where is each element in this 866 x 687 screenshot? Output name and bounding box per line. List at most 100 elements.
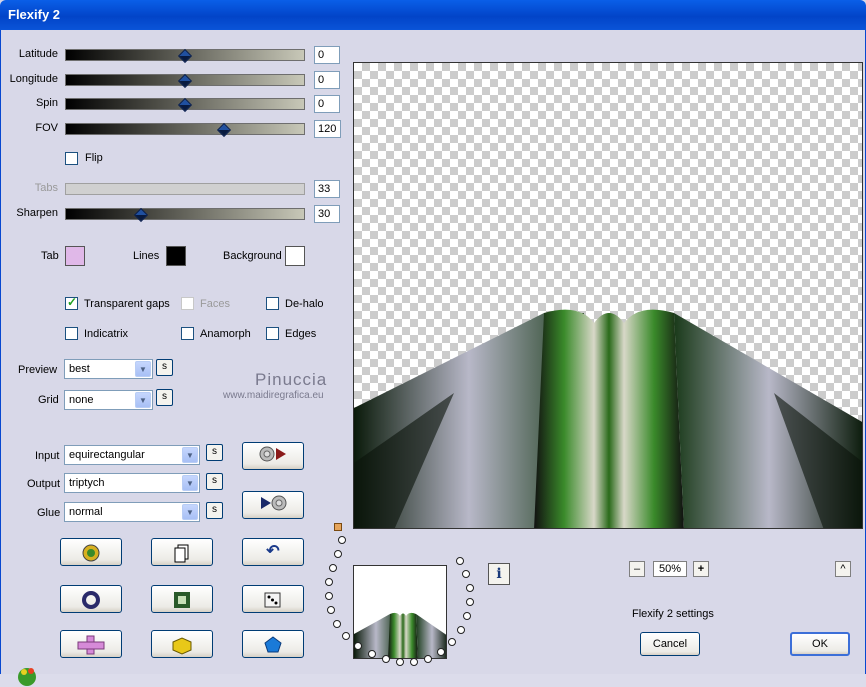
sharpen-slider[interactable]: [65, 207, 305, 223]
faces-checkbox[interactable]: [181, 297, 194, 310]
ring-dot[interactable]: [448, 638, 456, 646]
indicatrix-label: Indicatrix: [84, 328, 129, 340]
preview-s-button[interactable]: s: [156, 359, 173, 376]
latitude-thumb[interactable]: [177, 48, 193, 64]
input-select[interactable]: equirectangular ▼: [64, 445, 200, 465]
thumbnail-handle[interactable]: [334, 523, 342, 531]
ring-dot[interactable]: [463, 612, 471, 620]
spin-value[interactable]: 0: [314, 95, 340, 113]
watermark-name: Pinuccia: [255, 370, 328, 389]
ring-dot[interactable]: [456, 557, 464, 565]
ring-dot[interactable]: [342, 632, 350, 640]
frog-icon: [82, 544, 100, 562]
undo-icon: ↶: [266, 543, 280, 560]
preview-canvas[interactable]: [353, 62, 863, 529]
longitude-label: Longitude: [9, 73, 58, 85]
ring-dot[interactable]: [466, 584, 474, 592]
zoom-in-button[interactable]: +: [693, 561, 709, 577]
tab-color-label: Tab: [41, 250, 59, 262]
longitude-thumb[interactable]: [177, 73, 193, 89]
block-mode-button[interactable]: [151, 630, 213, 658]
collapse-button[interactable]: ^: [835, 561, 851, 577]
chevron-down-icon[interactable]: ▼: [182, 447, 198, 463]
flip-checkbox[interactable]: [65, 152, 78, 165]
chevron-down-icon[interactable]: ▼: [135, 361, 151, 377]
ring-dot[interactable]: [354, 642, 362, 650]
ring-dot[interactable]: [424, 655, 432, 663]
tabs-value[interactable]: 33: [314, 180, 340, 198]
latitude-value[interactable]: 0: [314, 46, 340, 64]
spin-slider[interactable]: [65, 97, 305, 113]
ring-dot[interactable]: [462, 570, 470, 578]
ring-dot[interactable]: [333, 620, 341, 628]
sharpen-value[interactable]: 30: [314, 205, 340, 223]
fov-slider[interactable]: [65, 122, 305, 138]
background-color-swatch[interactable]: [285, 246, 305, 266]
de-halo-checkbox[interactable]: [266, 297, 279, 310]
copy-button[interactable]: [151, 538, 213, 566]
randomize-button[interactable]: [60, 538, 122, 566]
circle-icon: [82, 591, 100, 609]
longitude-slider[interactable]: [65, 73, 305, 89]
cancel-button[interactable]: Cancel: [640, 632, 700, 656]
undo-button[interactable]: ↶: [242, 538, 304, 566]
circle-mode-button[interactable]: [60, 585, 122, 613]
tabs-slider[interactable]: [65, 183, 305, 195]
square-mode-button[interactable]: [151, 585, 213, 613]
latitude-slider[interactable]: [65, 48, 305, 64]
input-select-value: equirectangular: [69, 449, 145, 461]
preview-select-value: best: [69, 363, 90, 375]
play-forward-button[interactable]: [242, 442, 304, 470]
sharpen-thumb[interactable]: [133, 207, 149, 223]
ring-dot[interactable]: [329, 564, 337, 572]
indicatrix-checkbox[interactable]: [65, 327, 78, 340]
tab-color-swatch[interactable]: [65, 246, 85, 266]
pentagon-mode-button[interactable]: [242, 630, 304, 658]
thumbnail-image: [354, 612, 446, 658]
ring-dot[interactable]: [382, 655, 390, 663]
ok-button[interactable]: OK: [790, 632, 850, 656]
chevron-down-icon[interactable]: ▼: [182, 475, 198, 491]
anamorph-checkbox[interactable]: [181, 327, 194, 340]
ring-dot[interactable]: [410, 658, 418, 666]
transparent-gaps-checkbox[interactable]: [65, 295, 78, 310]
glue-select[interactable]: normal ▼: [64, 502, 200, 522]
glue-s-button[interactable]: s: [206, 502, 223, 519]
longitude-value[interactable]: 0: [314, 71, 340, 89]
ring-dot[interactable]: [396, 658, 404, 666]
grid-select[interactable]: none ▼: [64, 390, 153, 410]
chevron-down-icon[interactable]: ▼: [135, 392, 151, 408]
dialog-client-area: Latitude 0 Longitude 0 Spin 0 FOV 120 Fl…: [0, 30, 866, 686]
lines-color-swatch[interactable]: [166, 246, 186, 266]
ring-dot[interactable]: [368, 650, 376, 658]
thumbnail-preview[interactable]: [353, 565, 447, 659]
chevron-down-icon[interactable]: ▼: [182, 504, 198, 520]
spin-thumb[interactable]: [177, 97, 193, 113]
window-title: Flexify 2: [8, 7, 61, 22]
output-s-button[interactable]: s: [206, 473, 223, 490]
ring-dot[interactable]: [327, 606, 335, 614]
preview-select[interactable]: best ▼: [64, 359, 153, 379]
ring-dot[interactable]: [334, 550, 342, 558]
fov-value[interactable]: 120: [314, 120, 341, 138]
play-back-button[interactable]: [242, 491, 304, 519]
pentagon-icon: [264, 636, 282, 653]
glue-label: Glue: [37, 507, 61, 519]
zoom-out-button[interactable]: –: [629, 561, 645, 577]
cross-mode-button[interactable]: [60, 630, 122, 658]
fov-thumb[interactable]: [216, 122, 232, 138]
ring-dot[interactable]: [457, 626, 465, 634]
grid-s-button[interactable]: s: [156, 389, 173, 406]
output-select[interactable]: triptych ▼: [64, 473, 200, 493]
edges-checkbox[interactable]: [266, 327, 279, 340]
ring-dot[interactable]: [466, 598, 474, 606]
dice-button[interactable]: [242, 585, 304, 613]
ring-dot[interactable]: [437, 648, 445, 656]
ring-dot[interactable]: [325, 592, 333, 600]
grid-select-value: none: [69, 394, 94, 406]
info-button[interactable]: i: [488, 563, 510, 585]
input-s-button[interactable]: s: [206, 444, 223, 461]
ring-dot[interactable]: [325, 578, 333, 586]
ring-dot[interactable]: [338, 536, 346, 544]
title-bar[interactable]: Flexify 2: [0, 0, 866, 30]
